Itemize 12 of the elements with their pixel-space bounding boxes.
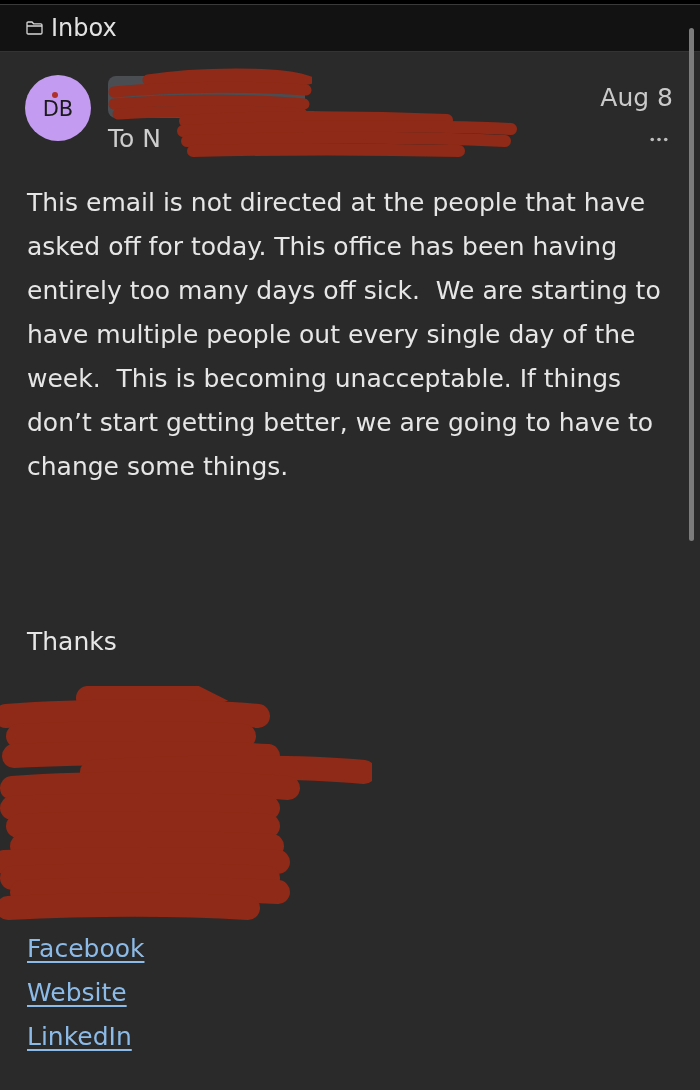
more-icon[interactable] [650,137,668,142]
inbox-title: Inbox [51,13,117,43]
signature-link[interactable]: Facebook [27,927,145,971]
signature-link[interactable]: LinkedIn [27,1015,132,1059]
email-body-text: This email is not directed at the people that have asked off for today. This office has been having entirely too many days off sick. We are starting to have multiple people out every single day of the week. This is becoming unacceptable. If things don’t start getting better, we are going to have to change some things. [27,187,662,483]
recipient-text: To N [108,123,161,155]
avatar-initials: DB [42,97,74,121]
dot-icon [52,92,58,98]
folder-icon [26,21,43,35]
signature-link[interactable]: Website [27,971,127,1015]
message-date: Aug 8 [600,82,673,114]
closing-text: Thanks [27,626,118,658]
